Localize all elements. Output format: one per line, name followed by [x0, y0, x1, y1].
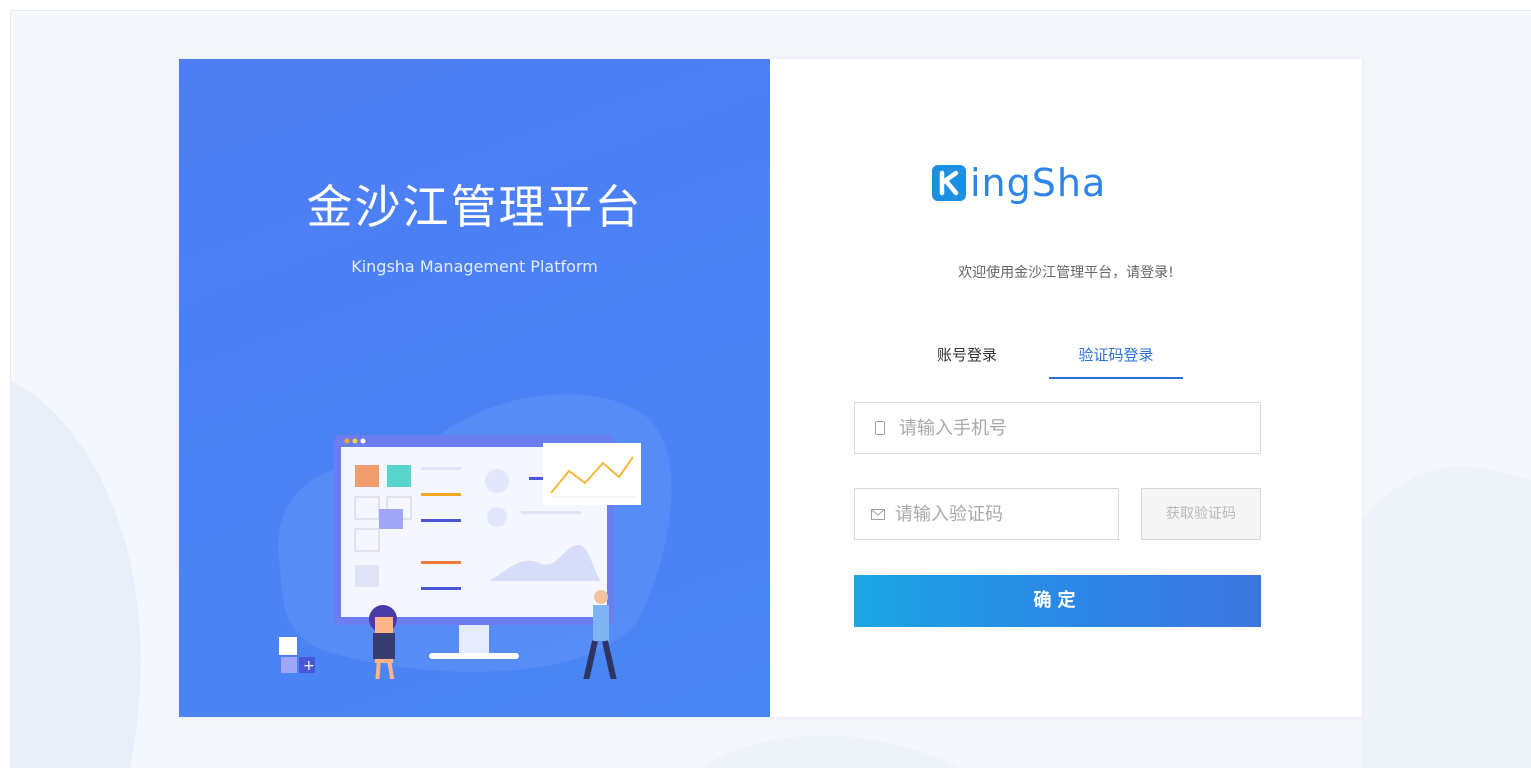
- code-field: [854, 488, 1122, 540]
- left-border: [0, 10, 11, 768]
- mobile-phone-icon: [871, 421, 889, 435]
- logo-k-icon: [932, 165, 966, 201]
- login-page: 金沙江管理平台 Kingsha Management Platform + in…: [0, 0, 1531, 768]
- get-code-button[interactable]: 获取验证码: [1141, 488, 1261, 540]
- login-card: 金沙江管理平台 Kingsha Management Platform + in…: [179, 59, 1362, 717]
- active-tab-indicator: [1049, 377, 1183, 379]
- phone-field: [854, 402, 1261, 454]
- confirm-button[interactable]: 确定: [854, 575, 1261, 627]
- tab-code-login[interactable]: 验证码登录: [1049, 339, 1183, 379]
- brand-title: 金沙江管理平台: [306, 180, 643, 234]
- dashboard-illustration: +: [278, 394, 672, 679]
- code-input[interactable]: [893, 502, 1122, 526]
- login-panel: ingSha 欢迎使用金沙江管理平台，请登录! 账号登录 验证码登录 请输入手机…: [770, 59, 1362, 717]
- top-border: [0, 0, 1531, 11]
- svg-text:+: +: [303, 658, 315, 674]
- envelope-icon: [871, 508, 885, 520]
- phone-input[interactable]: [897, 416, 1221, 440]
- brand-panel: 金沙江管理平台 Kingsha Management Platform +: [179, 59, 770, 717]
- kingsha-logo: ingSha: [932, 163, 1106, 203]
- brand-subtitle: Kingsha Management Platform: [351, 257, 598, 276]
- tab-account-login[interactable]: 账号登录: [907, 339, 1027, 379]
- login-tabs: 账号登录 验证码登录: [907, 339, 1237, 383]
- logo-text: ingSha: [970, 161, 1107, 205]
- welcome-text: 欢迎使用金沙江管理平台，请登录!: [958, 265, 1174, 281]
